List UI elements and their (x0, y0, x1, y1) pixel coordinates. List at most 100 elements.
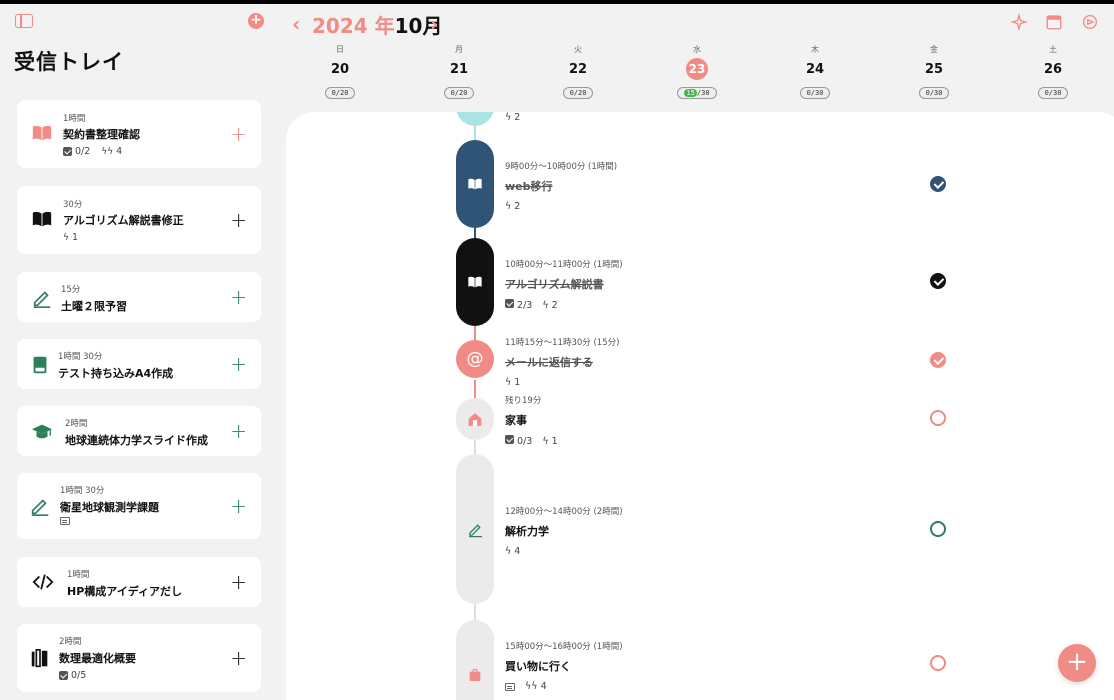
shopping-bag-icon (469, 668, 481, 681)
inbox-item[interactable]: 15分 土曜２限予習 + (17, 272, 261, 322)
graduation-cap-icon (31, 424, 53, 439)
inbox-sidebar: + 受信トレイ 1時間 契約書整理確認 0/2 ϟϟ 4 + 30分 アルゴリズ… (0, 4, 278, 700)
date-label: 23 (686, 58, 708, 80)
complete-checkbox[interactable] (930, 352, 946, 368)
timeline-block[interactable] (456, 140, 494, 228)
day-capacity-badge: 0/30 (799, 87, 831, 99)
date-label: 25 (924, 62, 944, 77)
book-open-icon (468, 178, 482, 190)
settings-icon[interactable] (1081, 13, 1099, 31)
item-time: 10時00分～11時00分 (1時間) (505, 260, 623, 270)
add-task-button[interactable]: + (248, 13, 264, 29)
item-title: 数理最適化概要 (59, 652, 136, 665)
inbox-item[interactable]: 2時間 地球連続体力学スライド作成 + (17, 406, 261, 456)
notebook-icon (33, 356, 47, 374)
memo-icon (60, 517, 70, 525)
timeline-item[interactable]: 12時00分～14時00分 (2時間) 解析力学 ϟ 4 (505, 505, 623, 557)
sidebar-toggle-icon[interactable] (15, 14, 33, 28)
timeline-item[interactable]: 15時00分～16時00分 (1時間) 買い物に行く ϟϟ 4 (505, 640, 623, 692)
books-icon (31, 649, 48, 668)
inbox-item[interactable]: 1時間 30分 衛星地球観測学課題 + (17, 473, 261, 539)
day-column[interactable]: 火 22 0/20 (548, 44, 608, 99)
item-title: 買い物に行く (505, 660, 571, 673)
energy-count: 1 (71, 232, 78, 243)
checklist-count: 2/3 (505, 299, 532, 311)
timeline-block[interactable] (456, 238, 494, 326)
timeline-block[interactable] (456, 454, 494, 604)
item-time: 9時00分～10時00分 (1時間) (505, 162, 618, 172)
add-to-day-button[interactable]: + (230, 496, 247, 516)
timeline-connector (474, 604, 476, 620)
month-title[interactable]: 2024 年10月 (312, 10, 442, 39)
item-duration: 1時間 (63, 114, 86, 124)
day-column[interactable]: 日 20 0/20 (310, 44, 370, 99)
complete-checkbox[interactable] (930, 410, 946, 426)
timeline-item[interactable]: 10時00分～11時00分 (1時間) アルゴリズム解説書 2/3 ϟ 2 (505, 258, 623, 311)
inbox-item[interactable]: 1時間 HP構成アイディアだし + (17, 557, 261, 607)
day-column-today[interactable]: 水 23 15/30 (667, 44, 727, 99)
complete-checkbox[interactable] (930, 521, 946, 537)
energy-icon: ϟ 1 (542, 435, 558, 447)
day-capacity-badge: 15/30 (677, 87, 717, 99)
complete-checkbox[interactable] (930, 273, 946, 289)
timeline-item[interactable]: 11時15分～11時30分 (15分) メールに返信する ϟ 1 (505, 336, 619, 388)
next-week-button[interactable]: › (430, 12, 438, 36)
add-to-day-button[interactable]: + (230, 124, 247, 144)
add-to-day-button[interactable]: + (230, 648, 247, 668)
energy-count: 4 (116, 146, 123, 157)
complete-checkbox[interactable] (930, 655, 946, 671)
sparkle-icon[interactable] (1010, 13, 1028, 31)
previous-week-button[interactable]: ‹ (292, 12, 300, 36)
item-title: テスト持ち込みA4作成 (58, 367, 174, 380)
date-label: 24 (805, 62, 825, 77)
item-duration: 15分 (61, 285, 81, 295)
item-meta: 0/5 (59, 670, 86, 681)
add-to-day-button[interactable]: + (230, 210, 247, 230)
timeline-item[interactable]: 残り19分 家事 0/3 ϟ 1 (505, 394, 558, 447)
timeline-block[interactable] (456, 620, 494, 700)
item-duration: 2時間 (59, 637, 82, 647)
add-to-day-button[interactable]: + (230, 572, 247, 592)
day-column[interactable]: 土 26 0/30 (1023, 44, 1083, 99)
item-title: web移行 (505, 180, 553, 193)
weekday-label: 土 (1049, 45, 1057, 54)
item-duration: 1時間 (67, 570, 90, 580)
add-to-day-button[interactable]: + (230, 421, 247, 441)
inbox-item[interactable]: 1時間 30分 テスト持ち込みA4作成 + (17, 339, 261, 389)
add-floating-button[interactable]: + (1058, 644, 1096, 682)
calendar-icon[interactable] (1045, 13, 1063, 31)
weekday-label: 金 (930, 45, 938, 54)
item-duration: 1時間 30分 (58, 352, 103, 362)
complete-checkbox[interactable] (930, 176, 946, 192)
checklist-icon (63, 147, 72, 156)
house-icon (468, 412, 482, 426)
item-title: 家事 (505, 414, 527, 427)
day-column[interactable]: 木 24 0/30 (785, 44, 845, 99)
item-time: 12時00分～14時00分 (2時間) (505, 507, 623, 517)
timeline-block[interactable] (456, 112, 494, 126)
pencil-icon (31, 499, 49, 516)
timeline-connector (474, 380, 476, 398)
inbox-item[interactable]: 2時間 数理最適化概要 0/5 + (17, 624, 261, 692)
item-duration: 1時間 30分 (60, 486, 105, 496)
code-icon (32, 574, 54, 590)
weekday-label: 木 (811, 45, 819, 54)
day-capacity-badge: 0/20 (324, 87, 356, 99)
item-title: 契約書整理確認 (63, 128, 140, 141)
item-meta: 0/2 ϟϟ 4 (63, 146, 122, 157)
add-to-day-button[interactable]: + (230, 287, 247, 307)
inbox-item[interactable]: 30分 アルゴリズム解説書修正 ϟ 1 + (17, 186, 261, 254)
inbox-item[interactable]: 1時間 契約書整理確認 0/2 ϟϟ 4 + (17, 100, 261, 168)
timeline-item[interactable]: ϟ 2 (505, 112, 520, 123)
add-to-day-button[interactable]: + (230, 354, 247, 374)
day-column[interactable]: 月 21 0/20 (429, 44, 489, 99)
energy-icon: ϟ 2 (505, 201, 521, 212)
timeline-block[interactable] (456, 398, 494, 440)
checklist-count: 0/3 (505, 435, 532, 447)
day-column[interactable]: 金 25 0/30 (904, 44, 964, 99)
item-time: 残り19分 (505, 396, 542, 406)
timeline-block[interactable]: @ (456, 340, 494, 378)
checklist-count: 0/2 (75, 146, 91, 157)
energy-icon: ϟ 2 (542, 299, 558, 311)
timeline-item[interactable]: 9時00分～10時00分 (1時間) web移行 ϟ 2 (505, 160, 617, 212)
